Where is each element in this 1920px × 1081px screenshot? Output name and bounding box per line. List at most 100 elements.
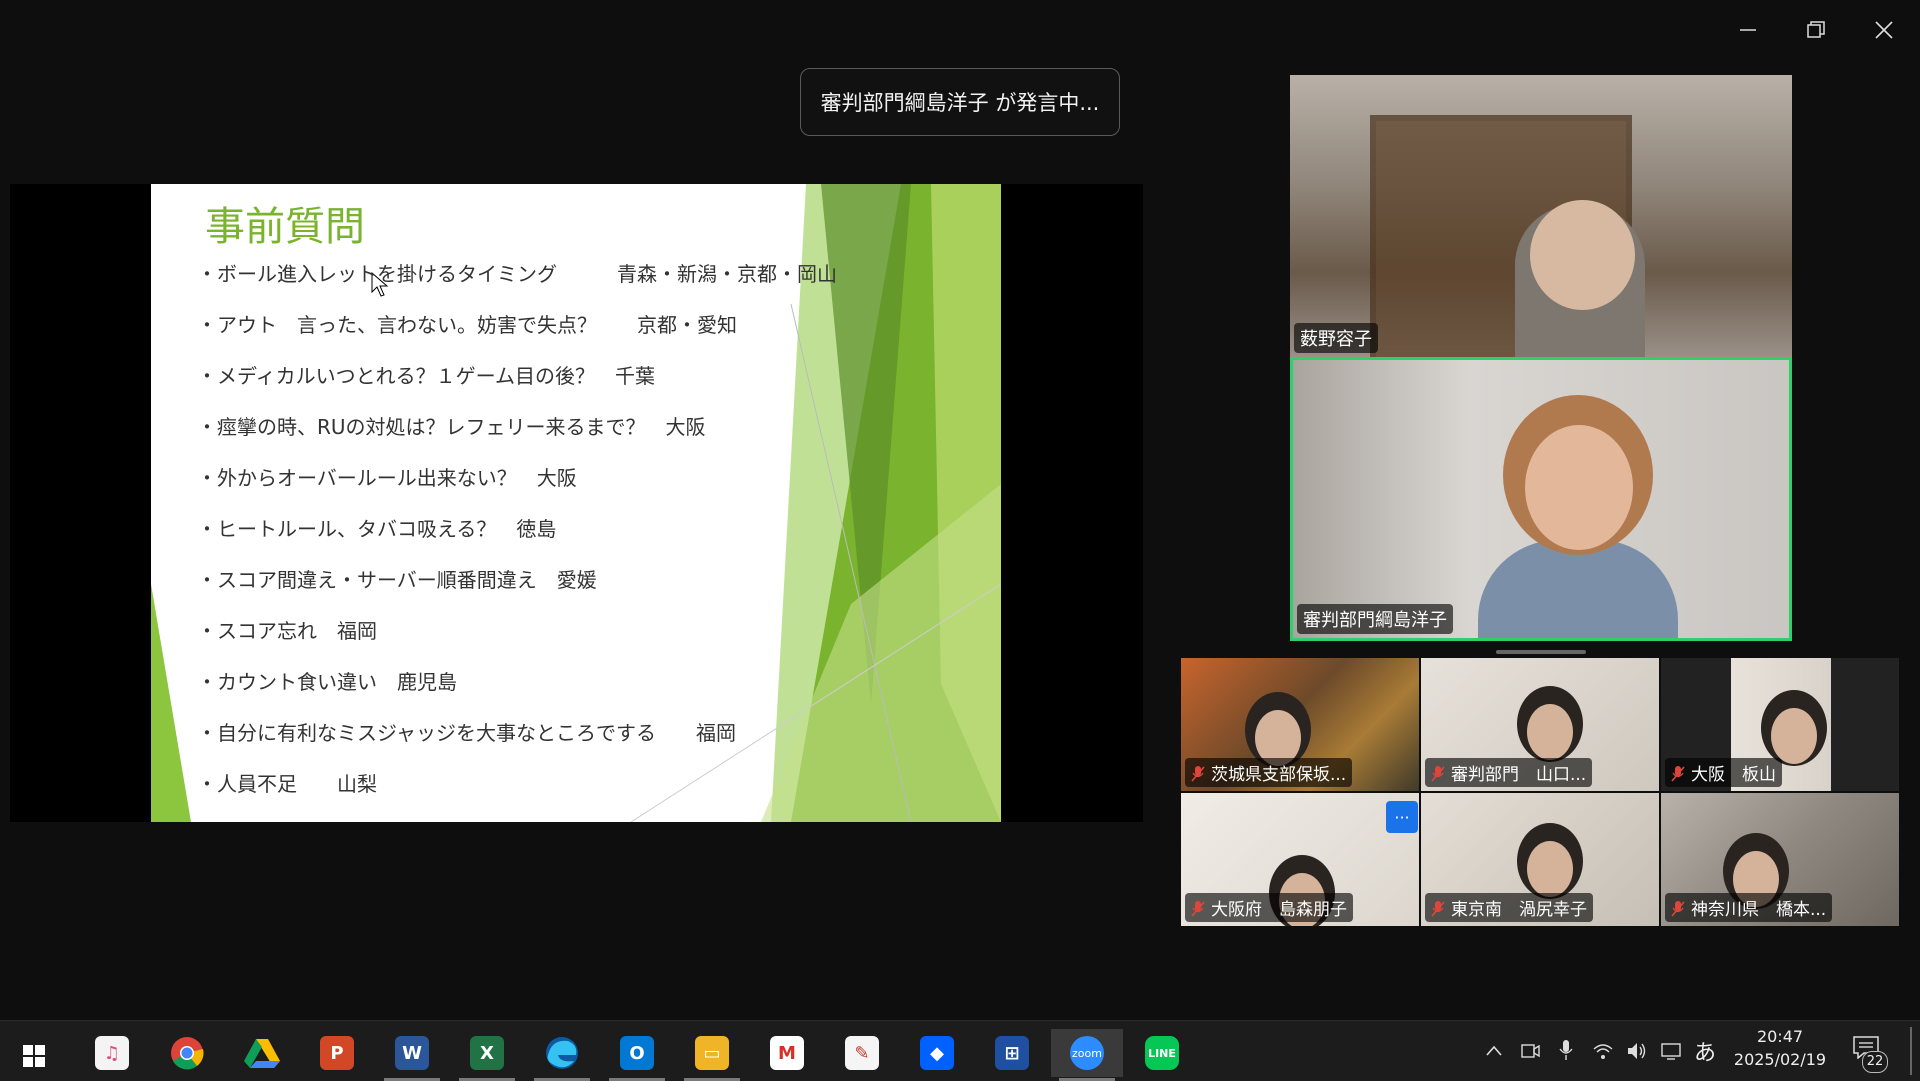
- windows-start-icon: [23, 1045, 45, 1067]
- notepad-taskbar-button[interactable]: ✎: [826, 1029, 898, 1077]
- video-tile-small[interactable]: 東京南 渦尻幸子: [1421, 793, 1659, 926]
- video-tile-small[interactable]: 神奈川県 橋本...: [1661, 793, 1899, 926]
- question-line: ・ヒートルール、タバコ吸える？ 徳島: [197, 517, 557, 541]
- dropbox-icon: ◆: [920, 1036, 954, 1070]
- video-tile-small[interactable]: 茨城県支部保坂...: [1181, 658, 1419, 791]
- participant-face: [1527, 704, 1573, 760]
- participant-more-button[interactable]: ···: [1386, 801, 1418, 833]
- participant-face: [1527, 841, 1573, 897]
- ime-indicator[interactable]: あ: [1694, 1035, 1716, 1067]
- participant-name: 大阪府 島森朋子: [1211, 900, 1347, 920]
- mic-muted-icon: [1191, 901, 1205, 917]
- gallery-resize-handle[interactable]: [1496, 650, 1586, 654]
- participant-name: 神奈川県 橋本...: [1691, 900, 1827, 920]
- participant-face: [1525, 425, 1633, 550]
- drive-taskbar-button[interactable]: [226, 1029, 298, 1077]
- participant-face: [1530, 200, 1635, 310]
- participant-name: 審判部門 山口...: [1451, 765, 1587, 785]
- participant-name: 薮野容子: [1294, 323, 1378, 353]
- video-tile-small[interactable]: 大阪府 島森朋子: [1181, 793, 1419, 926]
- question-line: ・外からオーバールール出来ない？ 大阪: [197, 466, 577, 490]
- network-taskbar-button[interactable]: ⊞: [976, 1029, 1048, 1077]
- explorer-taskbar-button[interactable]: ▭: [676, 1029, 748, 1081]
- camera-tray-icon[interactable]: [1520, 1041, 1540, 1061]
- edge-icon: [546, 1037, 578, 1069]
- slide-title: 事前質問: [205, 204, 365, 250]
- gmail-icon: M: [770, 1036, 804, 1070]
- chrome-icon: [171, 1037, 204, 1070]
- clock[interactable]: 20:47 2025/02/19: [1730, 1027, 1830, 1069]
- video-tile-small[interactable]: 大阪 板山: [1661, 658, 1899, 791]
- question-line: ・スコア間違え・サーバー順番間違え 愛媛: [197, 568, 597, 592]
- minimize-button[interactable]: [1728, 12, 1768, 48]
- participant-nametag: 審判部門 山口...: [1425, 758, 1593, 787]
- microphone-tray-icon[interactable]: [1556, 1039, 1576, 1061]
- itunes-icon: ♫: [95, 1036, 129, 1070]
- participant-nametag: 東京南 渦尻幸子: [1425, 893, 1593, 922]
- show-desktop-button[interactable]: [1910, 1027, 1912, 1075]
- chrome-taskbar-button[interactable]: [151, 1029, 223, 1077]
- restore-button[interactable]: [1796, 12, 1836, 48]
- participant-face: [1771, 708, 1817, 764]
- video-tile-large-2-active-speaker[interactable]: 審判部門綱島洋子: [1290, 357, 1792, 641]
- powerpoint-icon: P: [320, 1036, 354, 1070]
- mic-muted-icon: [1671, 766, 1685, 782]
- minimize-icon: [1740, 29, 1756, 31]
- participant-name: 審判部門綱島洋子: [1297, 604, 1453, 634]
- line-icon: LINE: [1145, 1036, 1179, 1070]
- wifi-icon[interactable]: [1592, 1041, 1614, 1061]
- question-line: ・アウト 言った、言わない。妨害で失点？ 京都・愛知: [197, 313, 737, 337]
- outlook-icon: O: [620, 1036, 654, 1070]
- notification-count-badge: 22: [1862, 1051, 1888, 1073]
- question-line: ・ボール進入レットを掛けるタイミング 青森・新潟・京都・岡山: [197, 262, 837, 286]
- question-line: ・カウント食い違い 鹿児島: [197, 670, 457, 694]
- edge-taskbar-button[interactable]: [526, 1029, 598, 1081]
- question-line: ・スコア忘れ 福岡: [197, 619, 377, 643]
- participant-nametag: 茨城県支部保坂...: [1185, 758, 1353, 787]
- clock-time: 20:47: [1756, 1027, 1804, 1046]
- show-hidden-icons-chevron-icon[interactable]: [1484, 1041, 1504, 1061]
- dropbox-taskbar-button[interactable]: ◆: [901, 1029, 973, 1077]
- zoom-icon: zoom: [1070, 1036, 1104, 1070]
- excel-icon: X: [470, 1036, 504, 1070]
- restore-icon: [1807, 21, 1825, 38]
- active-speaker-text: 審判部門綱島洋子 が発言中...: [820, 91, 1100, 115]
- explorer-icon: ▭: [695, 1036, 729, 1070]
- participant-nametag: 神奈川県 橋本...: [1665, 893, 1833, 922]
- network-icon: ⊞: [995, 1036, 1029, 1070]
- active-speaker-banner: 審判部門綱島洋子 が発言中...: [800, 68, 1120, 136]
- mic-muted-icon: [1191, 766, 1205, 782]
- gmail-taskbar-button[interactable]: M: [751, 1029, 823, 1077]
- question-line: ・人員不足 山梨: [197, 772, 377, 796]
- presentation-slide: 事前質問 ・ボール進入レットを掛けるタイミング 青森・新潟・京都・岡山 ・アウト …: [151, 184, 1001, 822]
- word-icon: W: [395, 1036, 429, 1070]
- video-tile-small[interactable]: 審判部門 山口...: [1421, 658, 1659, 791]
- question-line: ・メディカルいつとれる？１ゲーム目の後？ 千葉: [197, 364, 655, 388]
- outlook-taskbar-button[interactable]: O: [601, 1029, 673, 1081]
- participant-name: 東京南 渦尻幸子: [1451, 900, 1587, 920]
- start-button[interactable]: [14, 1035, 54, 1075]
- mic-muted-icon: [1431, 901, 1445, 917]
- display-tray-icon[interactable]: [1660, 1041, 1682, 1061]
- powerpoint-taskbar-button[interactable]: P: [301, 1029, 373, 1077]
- participant-name: 茨城県支部保坂...: [1211, 765, 1347, 785]
- line-taskbar-button[interactable]: LINE: [1126, 1029, 1198, 1077]
- participant-nametag: 大阪 板山: [1665, 758, 1782, 787]
- itunes-taskbar-button[interactable]: ♫: [76, 1029, 148, 1077]
- volume-icon[interactable]: [1626, 1041, 1648, 1061]
- excel-taskbar-button[interactable]: X: [451, 1029, 523, 1081]
- zoom-taskbar-button[interactable]: zoom: [1051, 1029, 1123, 1081]
- notification-center-button[interactable]: 22: [1852, 1035, 1888, 1073]
- drive-icon: [244, 1039, 280, 1068]
- mic-muted-icon: [1431, 766, 1445, 782]
- close-button[interactable]: [1864, 12, 1904, 48]
- participant-nametag: 大阪府 島森朋子: [1185, 893, 1353, 922]
- taskbar: ♫ P W X O ▭ M ✎ ◆ ⊞ zoom LINE あ 20:47 2025/02/19 22: [0, 1020, 1920, 1081]
- video-tile-large-1[interactable]: 薮野容子: [1290, 75, 1792, 357]
- mic-muted-icon: [1671, 901, 1685, 917]
- notepad-icon: ✎: [845, 1036, 879, 1070]
- clock-date: 2025/02/19: [1733, 1050, 1827, 1069]
- word-taskbar-button[interactable]: W: [376, 1029, 448, 1081]
- question-line: ・痙攣の時、RUの対処は？レフェリー来るまで？ 大阪: [197, 415, 706, 439]
- question-line: ・自分に有利なミスジャッジを大事なところでする 福岡: [197, 721, 736, 745]
